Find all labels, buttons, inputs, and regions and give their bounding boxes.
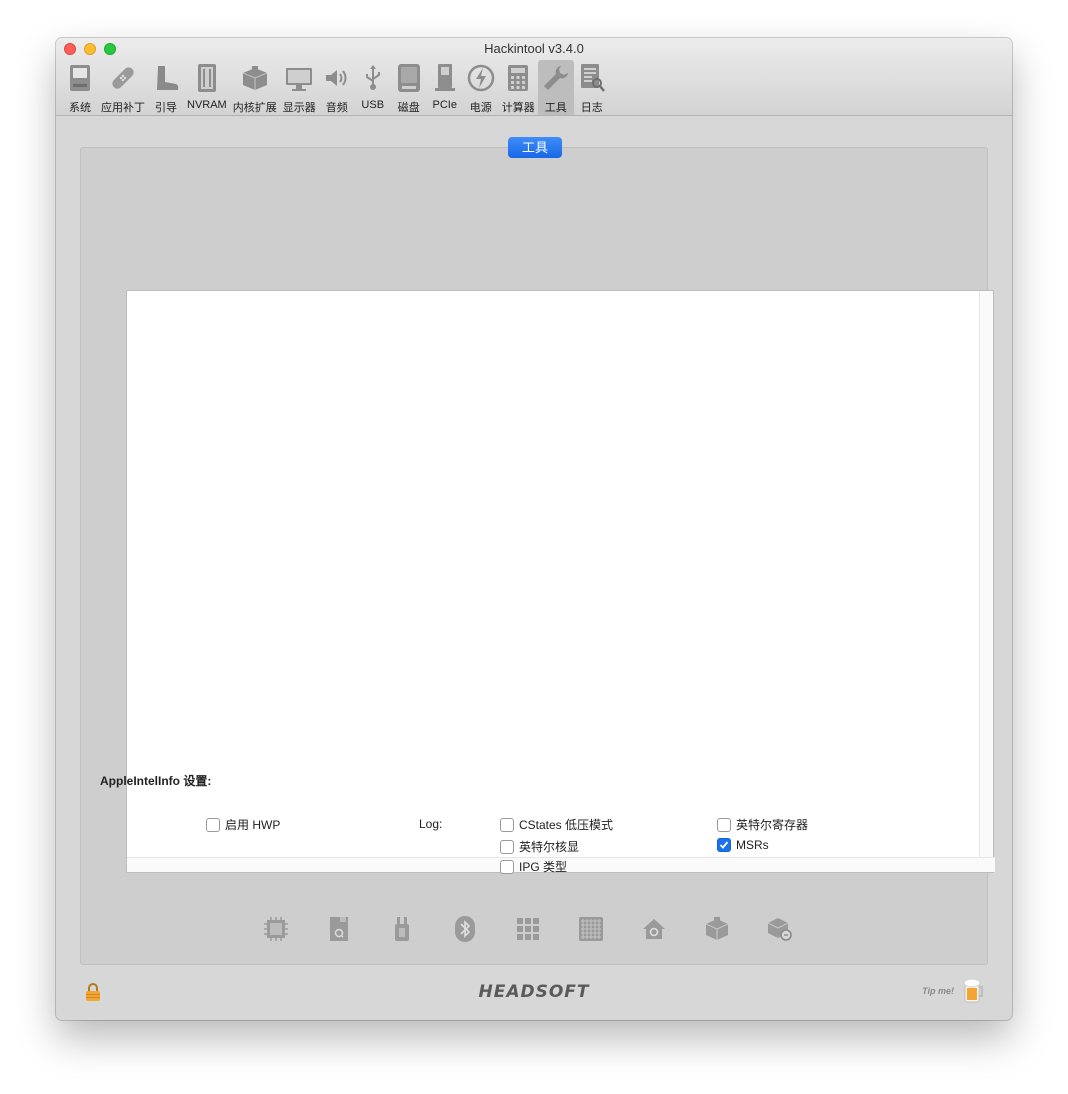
- checkbox-box[interactable]: [500, 859, 514, 874]
- toolbar-item-kext[interactable]: 内核扩展: [230, 60, 280, 115]
- ipg-type-checkbox[interactable]: IPG 类型: [500, 858, 567, 875]
- headsoft-logo: HEADSOFT: [478, 982, 590, 1002]
- toolbar-item-audio[interactable]: 音频: [319, 60, 355, 115]
- kext-box-search-icon[interactable]: [758, 914, 802, 944]
- patch-icon: [108, 63, 138, 93]
- checkbox-label: IPG 类型: [519, 860, 568, 874]
- toolbar-item-label: NVRAM: [187, 99, 227, 111]
- toolbar-item-label: 显示器: [282, 102, 316, 114]
- toolbar-item-label: 工具: [544, 102, 567, 114]
- disk-icon: [394, 63, 424, 93]
- checkbox-label: MSRs: [736, 838, 769, 852]
- nvram-icon: [192, 63, 222, 93]
- checkbox-box[interactable]: [500, 839, 514, 854]
- toolbar-item-label: 内核扩展: [232, 102, 277, 114]
- checkbox-box[interactable]: [206, 817, 220, 832]
- msrs-checkbox[interactable]: MSRs: [717, 838, 769, 852]
- log-icon: [577, 63, 607, 93]
- window-title: Hackintool v3.4.0: [484, 41, 584, 56]
- audio-icon: [322, 63, 352, 93]
- toolbar-item-label: 计算器: [501, 102, 535, 114]
- cpu-icon[interactable]: [254, 914, 298, 944]
- memory-grid-icon[interactable]: [569, 914, 613, 944]
- log-label: Log:: [419, 817, 443, 831]
- toolbar-item-label: 电源: [469, 102, 492, 114]
- boot-icon: [151, 63, 181, 93]
- toolbar-item-label: 应用补丁: [101, 102, 145, 114]
- bluetooth-icon[interactable]: [443, 914, 487, 944]
- main-toolbar: 系统 应用补丁 引导 NVRAM 内核扩展 显示器 音频 USB 磁盘 PCIe…: [62, 60, 610, 116]
- toolbar-item-label: USB: [361, 99, 385, 111]
- pcie-icon: [430, 63, 460, 93]
- output-text-view[interactable]: [126, 290, 995, 873]
- checkbox-box[interactable]: [717, 817, 731, 832]
- sd-card-icon[interactable]: [317, 914, 361, 944]
- toolbar-item-system[interactable]: 系统: [62, 60, 98, 115]
- toolbar-item-label: 日志: [580, 102, 603, 114]
- kext-box-icon[interactable]: [695, 914, 739, 944]
- toolbar-item-label: PCIe: [432, 99, 457, 111]
- app-window: Hackintool v3.4.0 系统 应用补丁 引导 NVRAM 内核扩展 …: [56, 38, 1012, 1020]
- toolbar-item-calculator[interactable]: 计算器: [499, 60, 538, 115]
- usb-icon: [358, 63, 388, 93]
- enable-hwp-checkbox[interactable]: 启用 HWP: [206, 816, 280, 833]
- tools-icon: [541, 63, 571, 93]
- checkbox-label: 启用 HWP: [225, 818, 281, 832]
- toolbar-item-display[interactable]: 显示器: [280, 60, 319, 115]
- toolbar-item-tools[interactable]: 工具: [537, 60, 574, 115]
- toolbar-item-label: 引导: [155, 102, 177, 114]
- checkbox-box[interactable]: [500, 817, 514, 832]
- checkbox-label: 英特尔核显: [519, 840, 580, 854]
- checkmark-icon: [719, 841, 729, 849]
- home-icon[interactable]: [632, 914, 676, 944]
- toolbar-item-nvram[interactable]: NVRAM: [184, 60, 230, 115]
- action-icon-bar: [254, 914, 821, 944]
- usb-connector-icon[interactable]: [380, 914, 424, 944]
- intel-registers-checkbox[interactable]: 英特尔寄存器: [717, 816, 808, 833]
- checkbox-label: CStates 低压模式: [519, 818, 614, 832]
- vertical-scrollbar[interactable]: [979, 291, 993, 857]
- toolbar-item-log[interactable]: 日志: [574, 60, 610, 115]
- kext-icon: [240, 63, 270, 93]
- intel-igpu-checkbox[interactable]: 英特尔核显: [500, 838, 579, 855]
- title-bar: Hackintool v3.4.0 系统 应用补丁 引导 NVRAM 内核扩展 …: [56, 38, 1012, 116]
- toolbar-item-label: 系统: [69, 102, 91, 114]
- cstates-checkbox[interactable]: CStates 低压模式: [500, 816, 613, 833]
- beer-icon[interactable]: [962, 976, 984, 1009]
- toolbar-item-label: 磁盘: [397, 102, 420, 114]
- grid-icon[interactable]: [506, 914, 550, 944]
- power-icon: [466, 63, 496, 93]
- display-icon: [284, 63, 314, 93]
- toolbar-item-usb[interactable]: USB: [355, 60, 391, 115]
- tab-tools[interactable]: 工具: [508, 137, 562, 158]
- calculator-icon: [503, 63, 533, 93]
- system-icon: [65, 63, 95, 93]
- checkbox-label: 英特尔寄存器: [736, 818, 809, 832]
- toolbar-item-disk[interactable]: 磁盘: [391, 60, 427, 115]
- toolbar-item-pcie[interactable]: PCIe: [427, 60, 463, 115]
- toolbar-item-patch[interactable]: 应用补丁: [98, 60, 148, 115]
- tip-label: Tip me!: [922, 986, 954, 996]
- toolbar-item-boot[interactable]: 引导: [148, 60, 184, 115]
- toolbar-item-label: 音频: [325, 102, 348, 114]
- toolbar-item-power[interactable]: 电源: [463, 60, 499, 115]
- checkbox-box[interactable]: [717, 838, 731, 852]
- appleintelinfo-settings-label: AppleIntelInfo 设置:: [100, 774, 212, 788]
